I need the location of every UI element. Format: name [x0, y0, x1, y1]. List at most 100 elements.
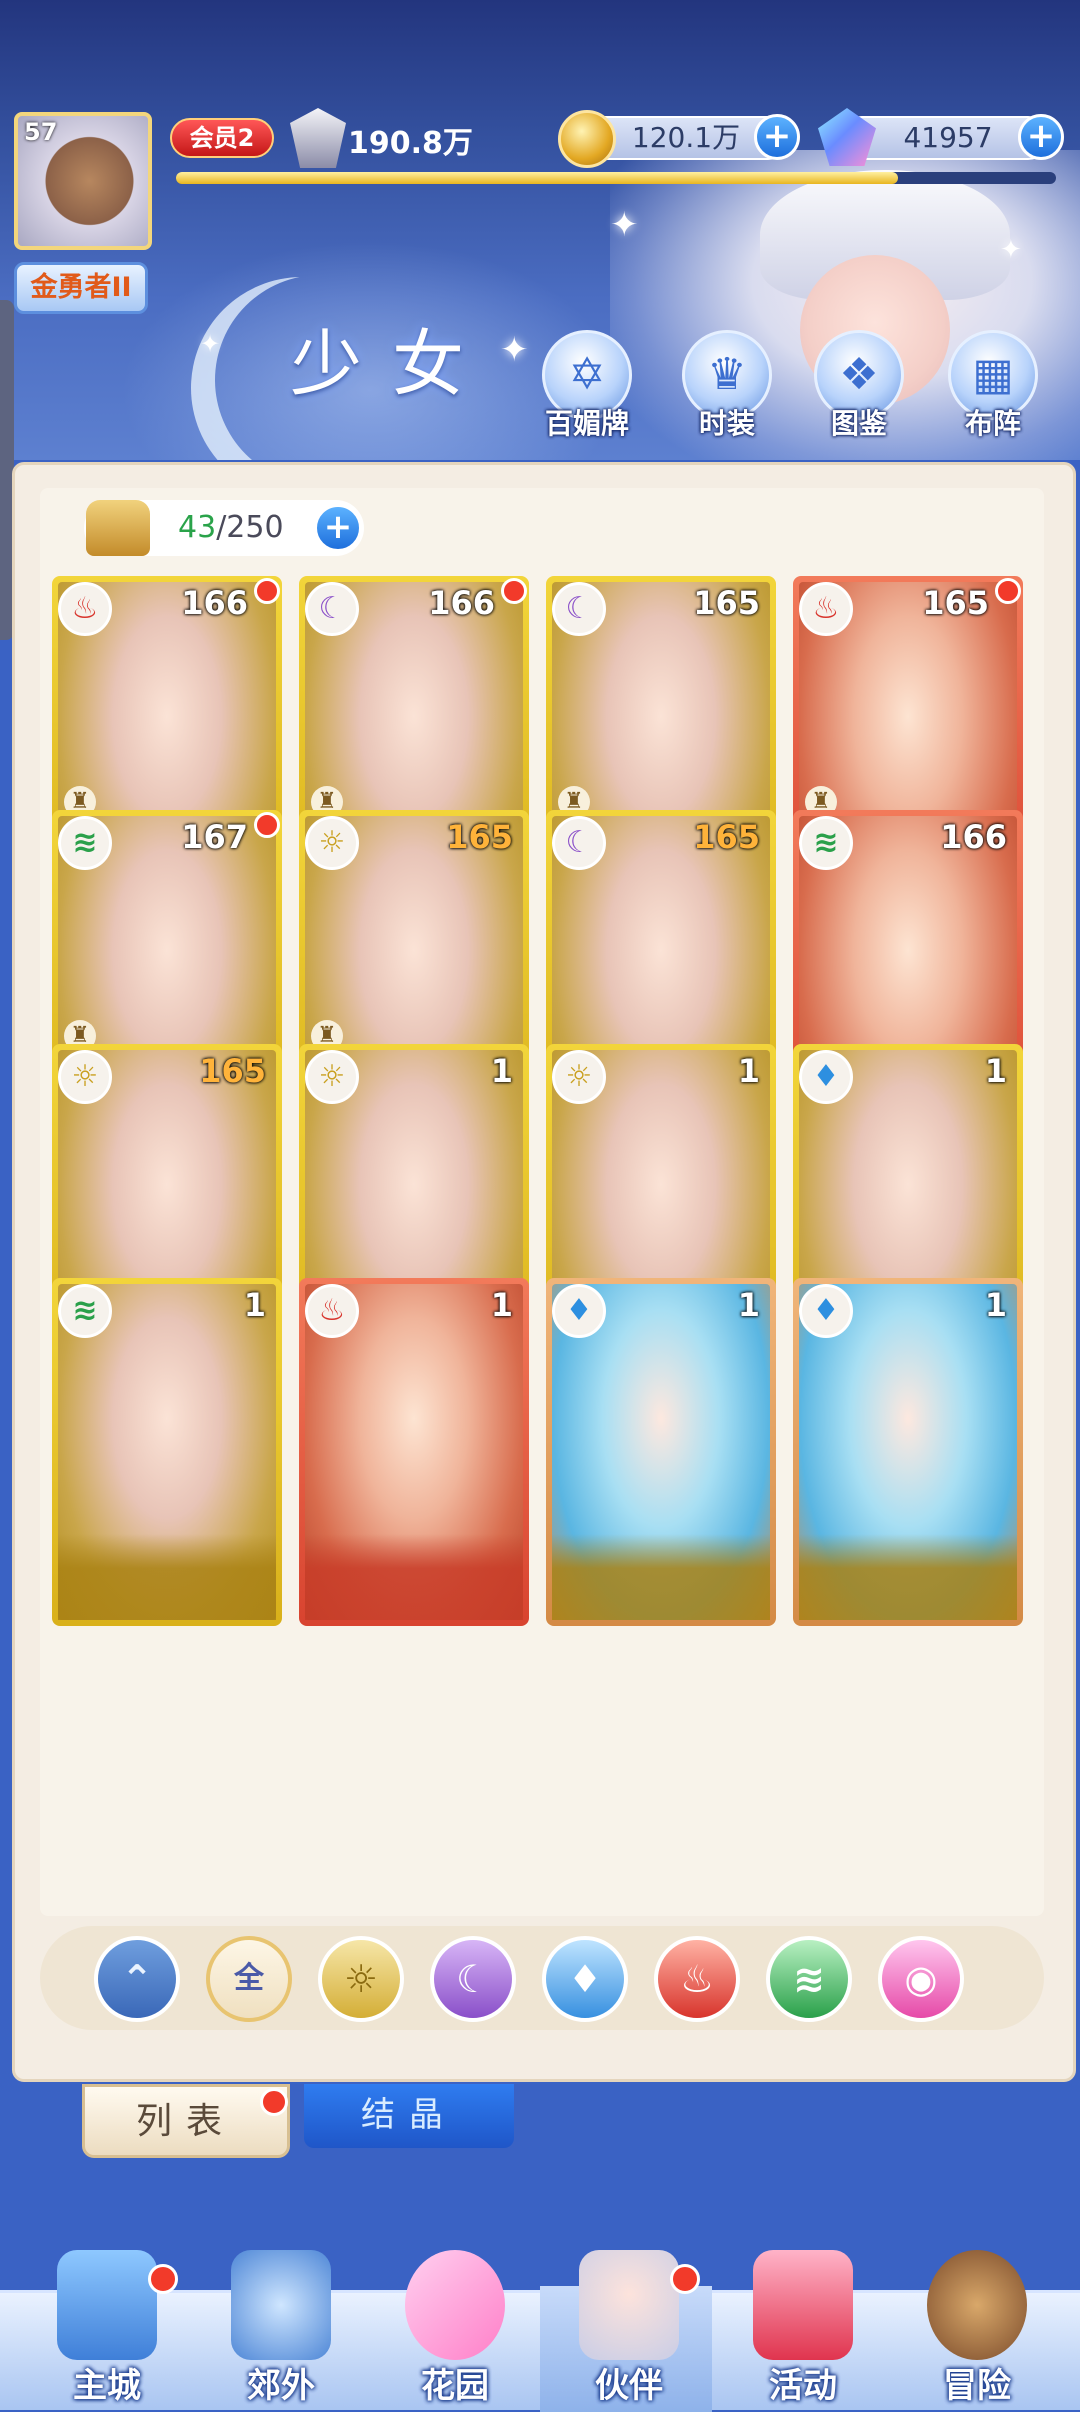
add-coins-button[interactable]: + — [754, 114, 800, 160]
water-element-icon: ♦ — [799, 1050, 853, 1104]
bag-icon — [86, 500, 150, 556]
inventory-count: 43/250 — [178, 502, 284, 554]
name-band — [58, 1534, 276, 1620]
name-band — [552, 1534, 770, 1620]
fire-element-icon: ♨ — [305, 1284, 359, 1338]
expand-inventory-button[interactable]: + — [314, 504, 362, 552]
all-icon: 全 — [234, 1961, 264, 1996]
sparkle-icon: ✦ — [1000, 235, 1022, 265]
character-level: 166 — [940, 818, 1007, 856]
filter-moon-element-icon[interactable]: ☾ — [430, 1936, 516, 2022]
notification-dot — [670, 2264, 700, 2294]
sun-element-icon: ☼ — [305, 816, 359, 870]
name-band — [799, 1534, 1017, 1620]
filter-sun-element-icon[interactable]: ☼ — [318, 1936, 404, 2022]
nav-item-3[interactable]: 伙伴 — [544, 2250, 714, 2410]
collection-button[interactable]: ❖ 图鉴 — [804, 330, 914, 450]
coin-icon — [558, 110, 616, 168]
card-deck-button[interactable]: ✡ 百媚牌 — [532, 330, 642, 450]
name-band — [305, 1534, 523, 1620]
rank-title-badge[interactable]: 金勇者II — [14, 262, 148, 314]
character-level: 165 — [199, 1052, 266, 1090]
character-grid: ♨166♜芙莉★★★★☾166♜哈莉特★★★☾165♜维洛妮卡★★♨165♜苏菲… — [48, 576, 1038, 1918]
nav-item-4[interactable]: 活动 — [718, 2250, 888, 2410]
nav-label: 主城 — [73, 2366, 141, 2406]
character-card[interactable]: ♨ 1 — [299, 1278, 529, 1626]
water-element-icon: ♦ — [799, 1284, 853, 1338]
nav-item-5[interactable]: 冒险 — [892, 2250, 1062, 2410]
gift-icon — [753, 2250, 853, 2360]
filter-collapse-icon[interactable]: ⌃ — [94, 1936, 180, 2022]
filter-wind-element-icon[interactable]: ≋ — [766, 1936, 852, 2022]
filter-all-icon[interactable]: 全 — [206, 1936, 292, 2022]
add-gems-button[interactable]: + — [1018, 114, 1064, 160]
nav-label: 冒险 — [943, 2366, 1011, 2406]
formation-label: 布阵 — [964, 407, 1021, 440]
partner-icon — [579, 2250, 679, 2360]
character-level: 167 — [181, 818, 248, 856]
character-level: 166 — [428, 584, 495, 622]
inventory-current: 43 — [178, 510, 217, 545]
character-card[interactable]: ≋ 1 — [52, 1278, 282, 1626]
heart-icon — [405, 2250, 505, 2360]
sparkle-icon: ✦ — [610, 205, 639, 245]
nav-label: 活动 — [769, 2366, 837, 2406]
fire-element-icon: ♨ — [679, 1957, 715, 2001]
character-level: 1 — [984, 1052, 1007, 1090]
power-value: 190.8万 — [348, 126, 473, 161]
filter-water-element-icon[interactable]: ♦ — [542, 1936, 628, 2022]
notification-dot — [148, 2264, 178, 2294]
inventory-max: /250 — [216, 510, 284, 545]
outfit-label: 时装 — [698, 407, 755, 440]
nav-item-2[interactable]: 花园 — [370, 2250, 540, 2410]
nav-item-0[interactable]: 主城 — [22, 2250, 192, 2410]
sparkle-icon: ✦ — [500, 330, 529, 370]
wind-element-icon: ≋ — [58, 1284, 112, 1338]
vip-badge[interactable]: 会员2 — [170, 118, 274, 158]
water-element-icon: ♦ — [552, 1284, 606, 1338]
character-level: 1 — [737, 1052, 760, 1090]
filter-fire-element-icon[interactable]: ♨ — [654, 1936, 740, 2022]
nav-label: 花园 — [421, 2366, 489, 2406]
moon-element-icon: ☾ — [552, 816, 606, 870]
collection-label: 图鉴 — [830, 407, 887, 440]
notification-dot — [501, 578, 527, 604]
wind-element-icon: ≋ — [58, 816, 112, 870]
sun-element-icon: ☼ — [343, 1957, 379, 2001]
nav-label: 伙伴 — [595, 2366, 663, 2406]
nav-item-1[interactable]: 郊外 — [196, 2250, 366, 2410]
castle-icon — [57, 2250, 157, 2360]
tab-crystal[interactable]: 结晶 — [304, 2084, 514, 2148]
sun-element-icon: ☼ — [552, 1050, 606, 1104]
sun-element-icon: ☼ — [305, 1050, 359, 1104]
character-card[interactable]: ♦ 1 — [793, 1278, 1023, 1626]
player-avatar[interactable]: 57 — [14, 112, 152, 250]
character-level: 1 — [490, 1052, 513, 1090]
filter-void-element-icon[interactable]: ◉ — [878, 1936, 964, 2022]
player-level: 57 — [24, 118, 58, 146]
void-element-icon: ◉ — [904, 1957, 938, 2001]
outfit-button[interactable]: ♛ 时装 — [672, 330, 782, 450]
notification-dot — [254, 812, 280, 838]
fire-element-icon: ♨ — [58, 582, 112, 636]
gate-icon — [231, 2250, 331, 2360]
wind-element-icon: ≋ — [793, 1957, 825, 2001]
nav-label: 郊外 — [247, 2366, 315, 2406]
character-level: 166 — [181, 584, 248, 622]
gem-value: 41957 — [903, 121, 993, 154]
tab-list[interactable]: 列表 — [82, 2084, 290, 2158]
character-level: 165 — [693, 818, 760, 856]
coin-value: 120.1万 — [631, 121, 741, 154]
character-card[interactable]: ♦ 1 — [546, 1278, 776, 1626]
collapse-icon: ⌃ — [121, 1957, 153, 2001]
moon-element-icon: ☾ — [455, 1957, 491, 2001]
water-element-icon: ♦ — [567, 1957, 603, 2001]
sun-element-icon: ☼ — [58, 1050, 112, 1104]
character-level: 165 — [446, 818, 513, 856]
character-level: 165 — [922, 584, 989, 622]
character-level: 1 — [243, 1286, 266, 1324]
formation-button[interactable]: ▦ 布阵 — [938, 330, 1048, 450]
character-level: 1 — [490, 1286, 513, 1324]
character-level: 1 — [737, 1286, 760, 1324]
character-level: 1 — [984, 1286, 1007, 1324]
